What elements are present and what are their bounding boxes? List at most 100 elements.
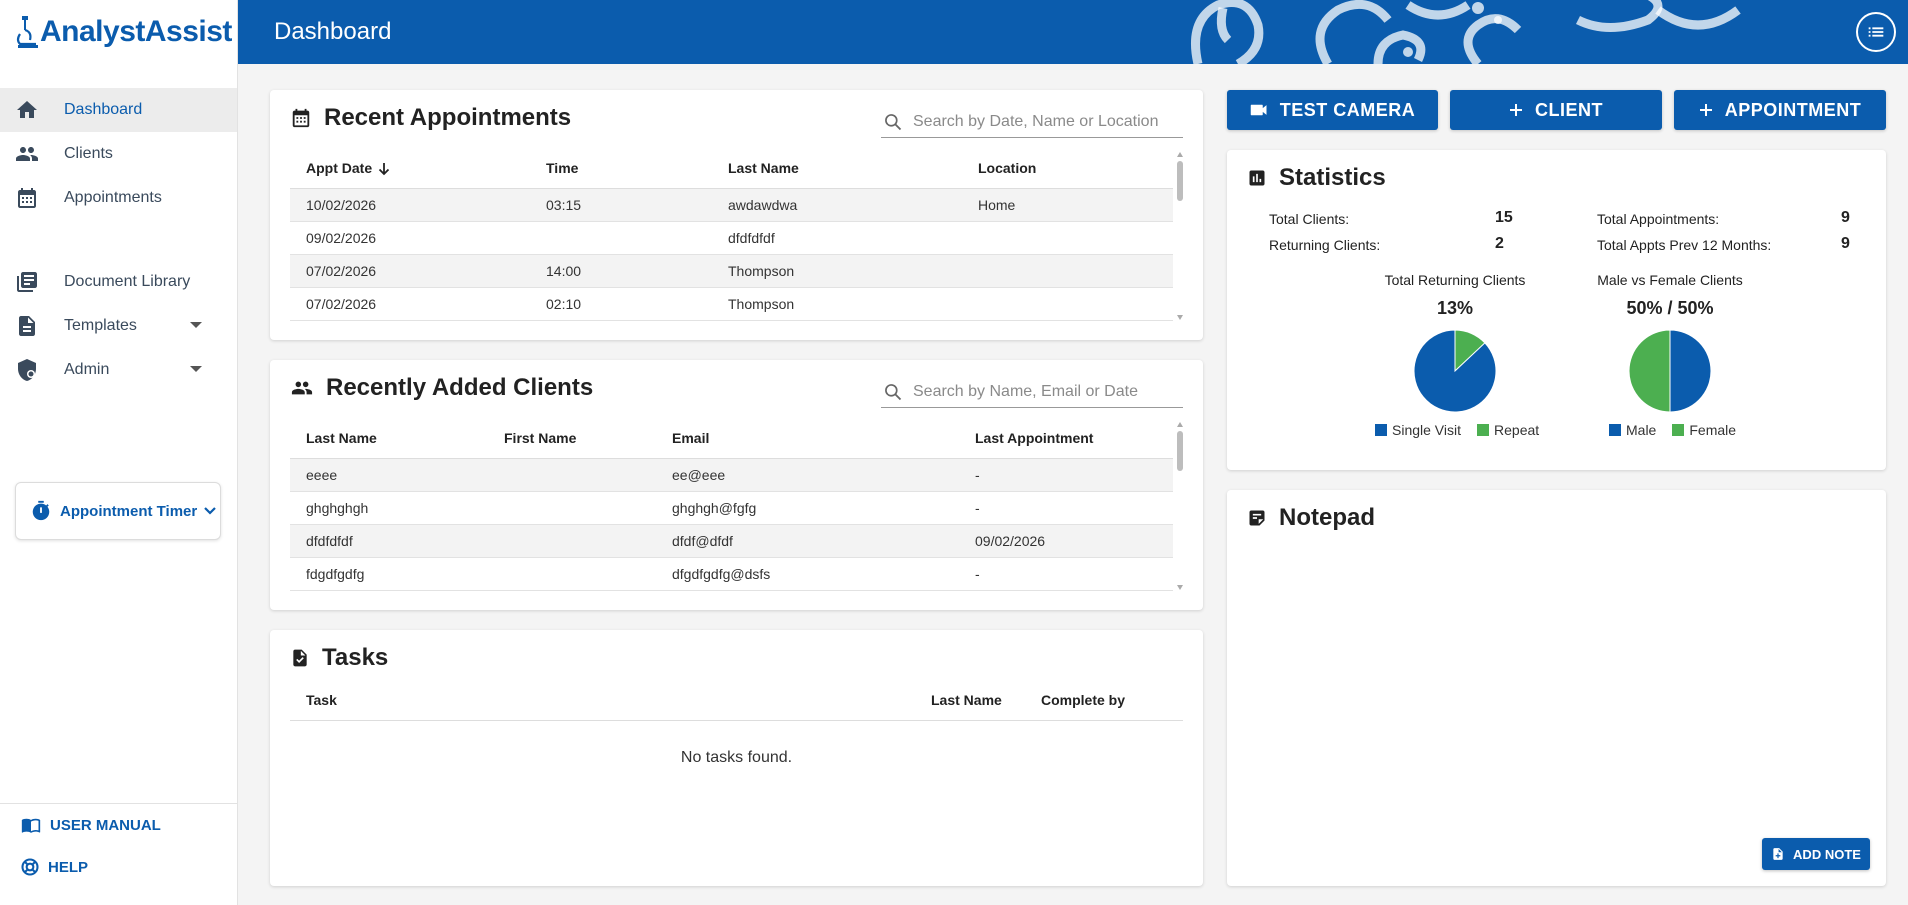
table-row[interactable]: dfdfdfdf dfdf@dfdf 09/02/2026: [290, 524, 1173, 558]
sidebar-item-document-library[interactable]: Document Library: [0, 260, 237, 304]
sidebar-nav: Dashboard Clients Appointments Document …: [0, 88, 237, 392]
cell-location: [962, 221, 1173, 255]
sidebar-item-label: Document Library: [64, 273, 191, 290]
people-icon: [290, 377, 314, 399]
cell-appt-date: 07/02/2026: [290, 287, 530, 321]
tasks-table: Task Last Name Complete by: [290, 680, 1183, 721]
notepad-title: Notepad: [1247, 504, 1375, 532]
sidebar-footer: USER MANUAL HELP: [0, 803, 238, 905]
clients-search-input[interactable]: [913, 382, 1163, 401]
app-logo[interactable]: AnalystAssist: [0, 0, 237, 64]
cell-last-name: eeee: [290, 458, 488, 492]
column-header-task[interactable]: Task: [290, 680, 915, 721]
help-link[interactable]: HELP: [0, 846, 238, 888]
chevron-down-icon[interactable]: [190, 322, 202, 328]
page-title: Dashboard: [274, 18, 392, 45]
home-icon: [14, 97, 40, 123]
cell-email: ee@eee: [656, 458, 959, 492]
table-row[interactable]: ghghghgh ghghgh@fgfg -: [290, 491, 1173, 525]
header-decoration: [1191, 0, 1741, 64]
column-header-location[interactable]: Location: [962, 148, 1173, 189]
appointments-search[interactable]: [881, 106, 1183, 138]
cell-email: dfgdfgdfg@dsfs: [656, 557, 959, 591]
cell-location: Home: [962, 188, 1173, 222]
recent-appointments-card: Recent Appointments Appt Date Time Last …: [270, 90, 1203, 340]
column-header-last-name[interactable]: Last Name: [915, 680, 1025, 721]
column-header-appt-date[interactable]: Appt Date: [290, 148, 530, 189]
clients-search[interactable]: [881, 376, 1183, 408]
chevron-down-icon[interactable]: [190, 366, 202, 372]
statistics-title: Statistics: [1247, 164, 1386, 192]
cell-first-name: [488, 557, 656, 591]
column-header-last-name[interactable]: Last Name: [290, 418, 488, 459]
total-clients-value: 15: [1495, 209, 1513, 226]
statistics-card: Statistics Total Clients: 15 Returning C…: [1227, 150, 1886, 470]
cell-last-appointment: 09/02/2026: [959, 524, 1173, 558]
list-icon: [1868, 27, 1884, 37]
sidebar-item-clients[interactable]: Clients: [0, 132, 237, 176]
cell-time: [530, 221, 712, 255]
table-row[interactable]: 09/02/2026 dfdfdfdf: [290, 221, 1173, 255]
pie-slice-male[interactable]: [1669, 329, 1712, 413]
column-header-email[interactable]: Email: [656, 418, 959, 459]
appointments-scrollbar[interactable]: [1175, 152, 1185, 320]
gender-pie-chart: [1628, 329, 1712, 413]
total-clients-label: Total Clients:: [1269, 211, 1350, 227]
appointments-table: Appt Date Time Last Name Location 10/02/…: [290, 148, 1173, 321]
recent-clients-title: Recently Added Clients: [290, 374, 593, 402]
cell-location: [962, 287, 1173, 321]
sidebar-item-dashboard[interactable]: Dashboard: [0, 88, 237, 132]
clients-table: Last Name First Name Email Last Appointm…: [290, 418, 1173, 591]
table-row[interactable]: 10/02/2026 03:15 awdawdwa Home: [290, 188, 1173, 222]
gender-legend: Male Female: [1609, 422, 1752, 438]
library-icon: [14, 269, 40, 295]
notepad-card: Notepad ADD NOTE: [1227, 490, 1886, 886]
returning-clients-chart-title: Total Returning Clients: [1384, 272, 1526, 288]
total-appts-label: Total Appointments:: [1597, 211, 1720, 227]
column-header-last-appointment[interactable]: Last Appointment: [959, 418, 1173, 459]
total-appts-value: 9: [1841, 209, 1850, 226]
calendar-icon: [14, 185, 40, 211]
help-lifebuoy-icon: [20, 857, 40, 877]
add-note-button[interactable]: ADD NOTE: [1762, 838, 1870, 870]
appointments-search-input[interactable]: [913, 112, 1163, 131]
sidebar: AnalystAssist Dashboard Clients Appointm…: [0, 0, 238, 905]
timer-label: Appointment Timer: [60, 502, 198, 520]
sidebar-item-templates[interactable]: Templates: [0, 304, 237, 348]
cell-last-name: dfdfdfdf: [290, 524, 488, 558]
appointment-timer-button[interactable]: Appointment Timer: [15, 482, 221, 540]
column-header-first-name[interactable]: First Name: [488, 418, 656, 459]
help-label: HELP: [48, 858, 89, 876]
sidebar-item-admin[interactable]: Admin: [0, 348, 237, 392]
test-camera-button[interactable]: TEST CAMERA: [1227, 90, 1438, 130]
bar-chart-icon: [1247, 168, 1267, 188]
table-row[interactable]: eeee ee@eee -: [290, 458, 1173, 492]
returning-clients-value: 2: [1495, 235, 1504, 252]
arrow-down-icon: [378, 162, 390, 176]
cell-last-name: Thompson: [712, 254, 962, 288]
total-appts-prev-value: 9: [1841, 235, 1850, 252]
admin-shield-icon: [14, 357, 40, 383]
cell-appt-date: 09/02/2026: [290, 221, 530, 255]
logo-text: AnalystAssist: [40, 15, 232, 48]
column-header-time[interactable]: Time: [530, 148, 712, 189]
document-icon: [14, 313, 40, 339]
column-header-complete-by[interactable]: Complete by: [1025, 680, 1183, 721]
plus-icon: [1699, 103, 1713, 117]
cell-last-appointment: -: [959, 458, 1173, 492]
cell-last-name: fdgdfgdfg: [290, 557, 488, 591]
sidebar-item-appointments[interactable]: Appointments: [0, 176, 237, 220]
clients-scrollbar[interactable]: [1175, 422, 1185, 590]
add-appointment-button[interactable]: APPOINTMENT: [1674, 90, 1886, 130]
table-row[interactable]: fdgdfgdfg dfgdfgdfg@dsfs -: [290, 557, 1173, 591]
column-header-last-name[interactable]: Last Name: [712, 148, 962, 189]
add-client-button[interactable]: CLIENT: [1450, 90, 1662, 130]
menu-list-button[interactable]: [1856, 12, 1896, 52]
pie-slice-female[interactable]: [1628, 329, 1671, 413]
user-manual-link[interactable]: USER MANUAL: [0, 804, 238, 846]
returning-clients-label: Returning Clients:: [1269, 237, 1381, 253]
cell-last-name: dfdfdfdf: [712, 221, 962, 255]
table-row[interactable]: 07/02/2026 02:10 Thompson: [290, 287, 1173, 321]
table-row[interactable]: 07/02/2026 14:00 Thompson: [290, 254, 1173, 288]
note-add-icon: [1771, 846, 1785, 862]
